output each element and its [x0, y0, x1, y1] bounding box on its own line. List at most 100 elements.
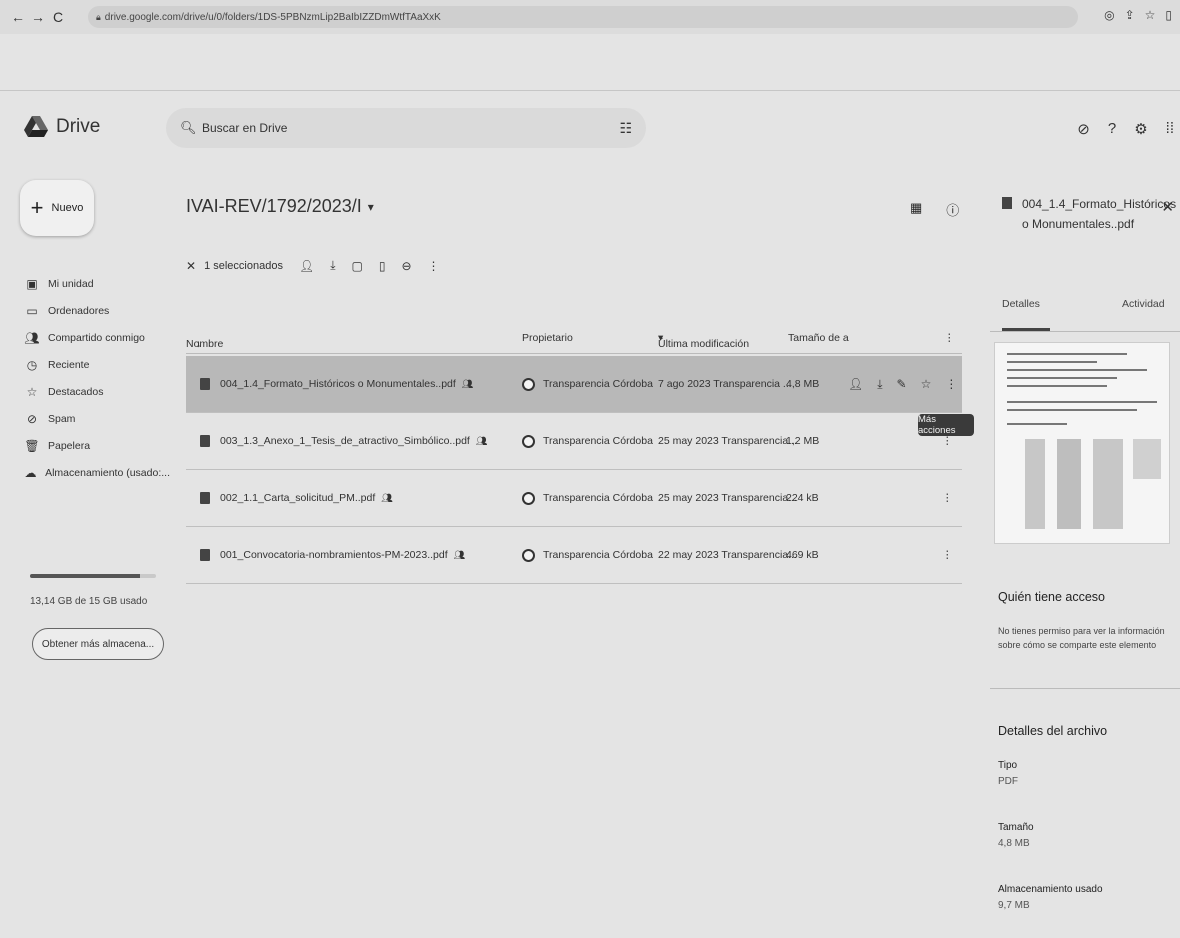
search-icon[interactable]: 🔍︎	[180, 120, 202, 136]
pdf-icon	[200, 378, 210, 390]
address-bar[interactable]: 🔒︎ drive.google.com/drive/u/0/folders/1D…	[88, 6, 1078, 28]
file-list-header: Nombre ↓ Propietario Última modificación…	[186, 326, 962, 354]
delete-icon[interactable]: ▯	[379, 259, 386, 273]
help-icon[interactable]: ?	[1108, 120, 1116, 138]
storage-progress-bar	[30, 574, 156, 578]
sidebar-item-spam[interactable]: ⊘ Spam	[20, 405, 170, 432]
clear-selection-icon[interactable]: ✕	[186, 259, 196, 273]
drive-logo[interactable]: Drive	[24, 116, 100, 138]
sidebar-item-label: Spam	[48, 412, 76, 425]
sidebar-item-recent[interactable]: ◷ Reciente	[20, 351, 170, 378]
column-owner[interactable]: Propietario	[522, 332, 573, 344]
sidebar-item-computers[interactable]: ▭ Ordenadores	[20, 297, 170, 324]
close-icon[interactable]: ✕	[1161, 198, 1174, 216]
divider	[0, 90, 1180, 91]
owner-name: Transparencia Córdoba	[543, 492, 653, 504]
sidebar-item-label: Reciente	[48, 358, 90, 371]
bookmark-star-icon[interactable]: ☆	[1145, 8, 1156, 22]
more-vert-icon[interactable]: ⋮	[428, 259, 440, 273]
offline-status-icon[interactable]: ⊘	[1077, 120, 1090, 138]
tab-activity[interactable]: Actividad	[1122, 298, 1165, 310]
column-modified-label: Última modificación	[658, 338, 750, 350]
file-preview-thumbnail[interactable]	[994, 342, 1170, 544]
more-vert-icon[interactable]: ⋮	[942, 470, 953, 526]
share-person-icon[interactable]: 👤︎	[848, 377, 863, 391]
file-name-cell: 002_1.1_Carta_solicitud_PM..pdf 👥︎	[200, 470, 393, 526]
reload-icon[interactable]: C	[48, 9, 68, 25]
type-label: Tipo	[998, 760, 1018, 771]
search-bar[interactable]: 🔍︎ Buscar en Drive ☷	[166, 108, 646, 148]
folder-title[interactable]: IVAI-REV/1792/2023/I ▾	[186, 196, 374, 217]
search-options-icon[interactable]: ☷	[619, 120, 632, 137]
type-value: PDF	[998, 776, 1018, 787]
file-row[interactable]: 004_1.4_Formato_Históricos o Monumentale…	[186, 356, 962, 413]
size-label: Tamaño	[998, 822, 1034, 833]
download-icon[interactable]: ⤓	[330, 258, 335, 273]
file-row[interactable]: 001_Convocatoria-nombramientos-PM-2023..…	[186, 527, 962, 584]
divider	[990, 688, 1180, 689]
column-options-icon[interactable]: ⋮	[944, 332, 955, 344]
owner-cell: Transparencia Córdoba	[522, 356, 653, 412]
link-icon[interactable]: ⊖	[401, 259, 411, 273]
star-icon[interactable]: ☆	[921, 377, 932, 391]
owner-cell: Transparencia Córdoba	[522, 470, 653, 526]
selection-count: 1 seleccionados	[204, 259, 283, 272]
file-row[interactable]: 002_1.1_Carta_solicitud_PM..pdf 👥︎ Transp…	[186, 470, 962, 527]
owner-name: Transparencia Córdoba	[543, 378, 653, 390]
app-name: Drive	[56, 116, 101, 137]
modified-cell: 25 may 2023 Transparencia...	[658, 435, 797, 447]
pdf-icon	[200, 492, 210, 504]
trash-icon: 🗑︎	[24, 438, 40, 453]
sidebar-nav: ▣ Mi unidad ▭ Ordenadores 👥︎ Compartido …	[20, 270, 170, 486]
download-icon[interactable]: ⤓	[877, 377, 882, 392]
grid-view-icon[interactable]: ▦	[910, 200, 922, 219]
more-vert-icon[interactable]: ⋮	[945, 377, 957, 391]
file-row[interactable]: 003_1.3_Anexo_1_Tesis_de_atractivo_Simbó…	[186, 413, 962, 470]
file-name-cell: 001_Convocatoria-nombramientos-PM-2023..…	[200, 527, 465, 583]
column-size[interactable]: Tamaño de a	[788, 332, 849, 344]
google-lens-icon[interactable]: ◎	[1104, 8, 1114, 22]
sidebar-item-my-drive[interactable]: ▣ Mi unidad	[20, 270, 170, 297]
file-list: 004_1.4_Formato_Históricos o Monumentale…	[186, 356, 962, 584]
shared-icon: 👥︎	[453, 549, 466, 560]
storage-usage-text: 13,14 GB de 15 GB usado	[30, 596, 148, 607]
sidebar-item-shared[interactable]: 👥︎ Compartido conmigo	[20, 324, 170, 351]
apps-grid-icon[interactable]: ⁞⁞	[1166, 120, 1174, 138]
new-button[interactable]: + Nuevo	[20, 180, 94, 236]
tab-indicator	[1002, 328, 1050, 331]
share-icon[interactable]: ⇪	[1125, 8, 1135, 22]
tab-details[interactable]: Detalles	[1002, 298, 1040, 310]
sidebar-item-starred[interactable]: ☆ Destacados	[20, 378, 170, 405]
shared-icon: 👥︎	[461, 378, 474, 389]
forward-icon[interactable]: →	[28, 9, 48, 25]
new-button-label: Nuevo	[51, 202, 84, 214]
rename-pencil-icon[interactable]: ✎	[897, 377, 907, 391]
panel-file-name: 004_1.4_Formato_Históricos o Monumentale…	[1022, 197, 1177, 231]
sidebar-item-storage[interactable]: ☁ Almacenamiento (usado:...	[20, 459, 170, 486]
sidepanel-icon[interactable]: ▯	[1165, 8, 1172, 22]
sidebar-item-trash[interactable]: 🗑︎ Papelera	[20, 432, 170, 459]
cloud-icon: ☁	[24, 465, 37, 480]
settings-gear-icon[interactable]: ⚙	[1134, 120, 1147, 138]
folder-title-text: IVAI-REV/1792/2023/I	[186, 196, 362, 216]
spam-icon: ⊘	[26, 411, 38, 426]
sidebar-item-label: Mi unidad	[48, 277, 94, 290]
column-modified[interactable]: Última modificación ▾	[658, 332, 749, 350]
pdf-icon	[1002, 197, 1012, 209]
plus-icon: +	[30, 195, 44, 220]
search-input[interactable]: Buscar en Drive	[202, 121, 619, 135]
shared-icon: 👥︎	[475, 435, 488, 446]
info-icon[interactable]: ⓘ	[946, 200, 959, 219]
owner-name: Transparencia Córdoba	[543, 549, 653, 561]
owner-name: Transparencia Córdoba	[543, 435, 653, 447]
file-name: 004_1.4_Formato_Históricos o Monumentale…	[220, 378, 456, 390]
back-icon[interactable]: ←	[8, 9, 28, 25]
sidebar-item-label: Destacados	[48, 385, 104, 398]
more-vert-icon[interactable]: ⋮	[942, 527, 953, 583]
owner-avatar-icon	[522, 548, 535, 562]
share-person-icon[interactable]: 👤︎	[299, 259, 314, 273]
clock-icon: ◷	[26, 357, 38, 372]
get-more-storage-button[interactable]: Obtener más almacena...	[32, 628, 164, 660]
move-icon[interactable]: ▢	[352, 259, 363, 273]
panel-header: 004_1.4_Formato_Históricos o Monumentale…	[1002, 194, 1178, 234]
